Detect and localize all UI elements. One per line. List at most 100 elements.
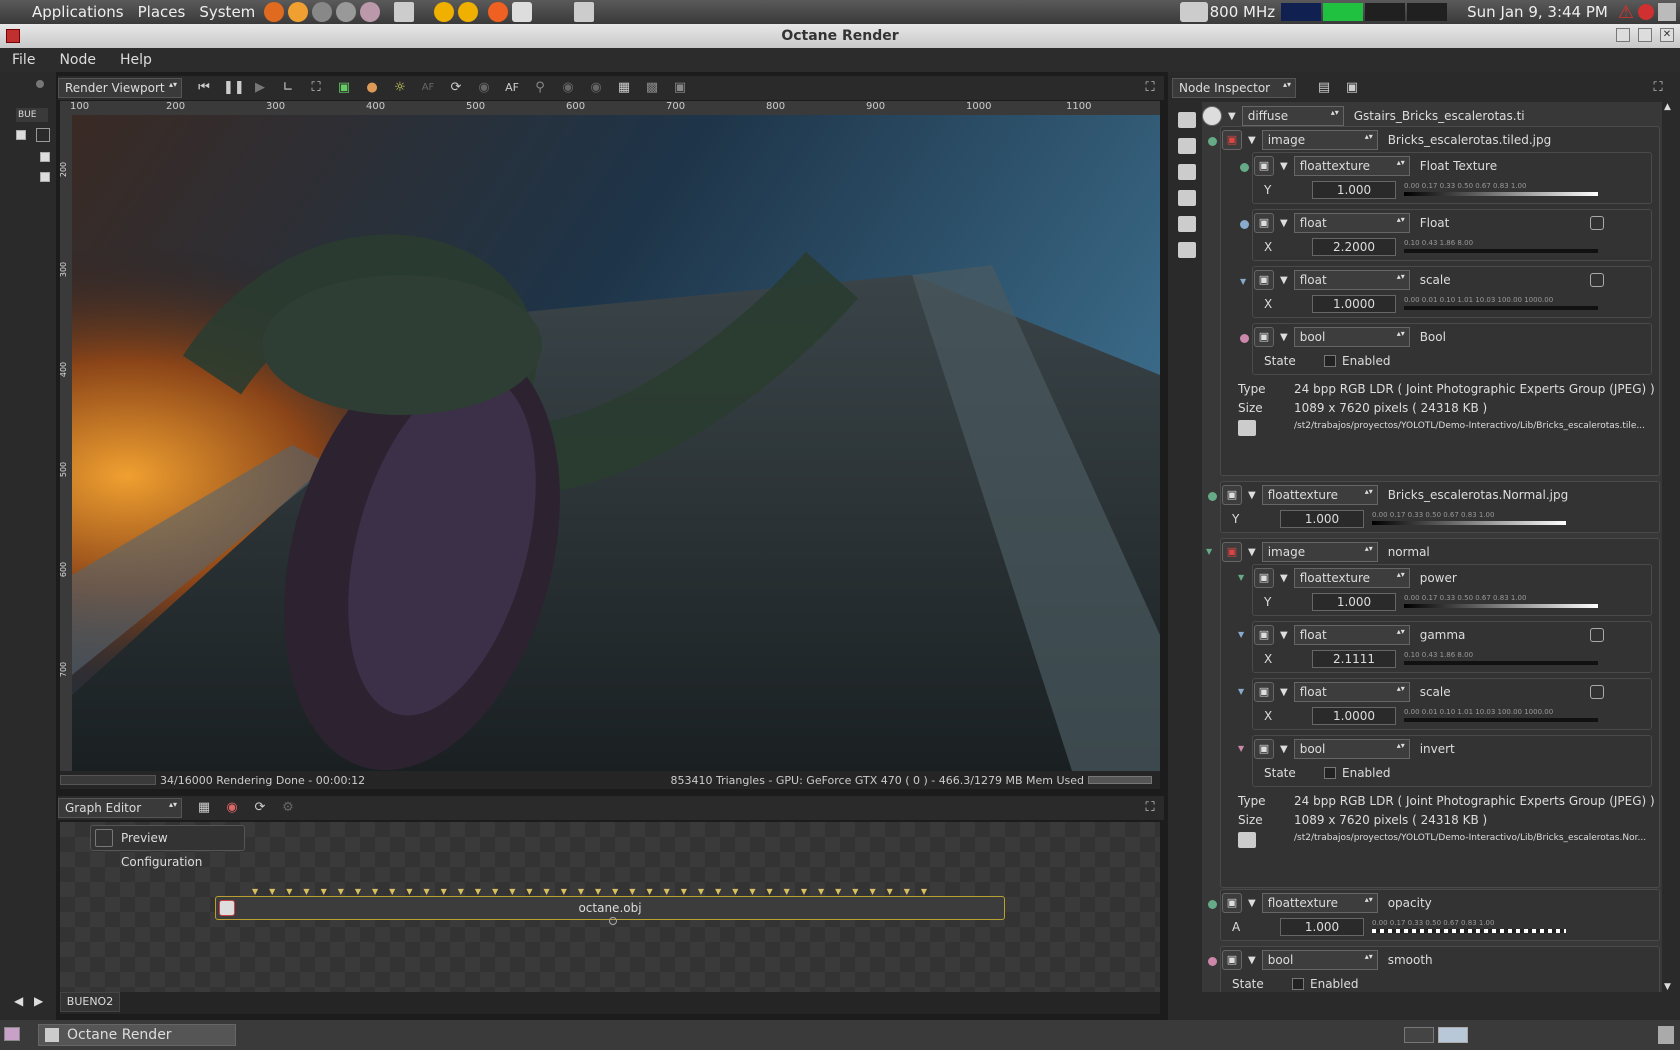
scale-value-input[interactable]: 1.0000 xyxy=(1312,295,1396,313)
close-button[interactable]: ✕ xyxy=(1660,28,1674,42)
gamma-value-input[interactable]: 2.1111 xyxy=(1312,650,1396,668)
radiation-icon[interactable] xyxy=(434,2,455,22)
gamma-node-row[interactable]: ▣ ▼ float Float xyxy=(1254,211,1604,235)
collapse-triangle-icon[interactable]: ▼ xyxy=(1248,898,1256,909)
refresh-icon[interactable]: ⟳ xyxy=(251,799,269,817)
bool-node-row[interactable]: ▣ ▼ bool invert xyxy=(1254,737,1455,761)
scale-node-row[interactable]: ▣ ▼ float scale xyxy=(1254,680,1604,704)
files-icon[interactable] xyxy=(394,2,415,22)
menu-file[interactable]: File xyxy=(0,52,47,68)
trash-icon[interactable] xyxy=(1658,1026,1674,1044)
fullscreen-icon[interactable]: ⛶ xyxy=(1141,799,1159,817)
scale-slider[interactable]: 0.00 0.01 0.10 1.01 10.03 100.00 1000.00 xyxy=(1404,296,1598,312)
app-icon[interactable] xyxy=(512,2,533,22)
focus-icon[interactable]: ⛶ xyxy=(307,79,325,97)
scene-tab-label[interactable]: BUE xyxy=(16,108,48,122)
window-menu-icon[interactable] xyxy=(6,29,20,43)
power-value-input[interactable]: 1.000 xyxy=(1312,181,1396,199)
sun-icon[interactable]: ☼ xyxy=(391,79,409,97)
power-node-type-select[interactable]: floattexture xyxy=(1293,156,1410,176)
curve-icon[interactable] xyxy=(1589,685,1604,699)
power-node-type-select[interactable]: floattexture xyxy=(1293,568,1410,588)
normal-texture-value-input[interactable]: 1.000 xyxy=(1280,510,1364,528)
alpha-icon[interactable]: ▣ xyxy=(671,79,689,97)
collapse-triangle-icon[interactable]: ▼ xyxy=(1280,275,1288,286)
workspace-1[interactable] xyxy=(1404,1027,1434,1043)
image-icon[interactable] xyxy=(1178,112,1196,128)
curve-icon[interactable] xyxy=(1589,273,1604,287)
mesh-node[interactable]: octane.obj ▼▼▼▼▼▼▼▼▼▼▼▼▼▼▼▼▼▼▼▼▼▼▼▼▼▼▼▼▼… xyxy=(215,888,1005,925)
curve-icon[interactable] xyxy=(1589,628,1604,642)
collapse-triangle-icon[interactable]: ▼ xyxy=(1280,630,1288,641)
firefox-icon[interactable] xyxy=(264,2,285,22)
screenshot-icon[interactable] xyxy=(574,2,595,22)
collapse-triangle-icon[interactable]: ▼ xyxy=(1280,573,1288,584)
menu-places[interactable]: Places xyxy=(131,3,193,21)
image-node-type-select[interactable]: image xyxy=(1261,130,1378,150)
record-icon[interactable] xyxy=(36,80,44,88)
image-node-row[interactable]: ▣ ▼ image Bricks_escalerotas.tiled.jpg xyxy=(1222,128,1551,152)
opacity-node-row[interactable]: ▣ ▼ floattexture opacity xyxy=(1222,891,1432,915)
opacity-slider[interactable]: 0.00 0.17 0.33 0.50 0.67 0.83 1.00 xyxy=(1372,919,1566,935)
scroll-down-icon[interactable]: ▼ xyxy=(1664,982,1671,992)
enabled-checkbox[interactable] xyxy=(1292,978,1304,990)
opacity-value-input[interactable]: 1.000 xyxy=(1280,918,1364,936)
film-icon[interactable] xyxy=(1178,164,1196,180)
load-image-icon[interactable] xyxy=(1238,420,1256,436)
scale-value-input[interactable]: 1.0000 xyxy=(1312,707,1396,725)
normal-texture-type-select[interactable]: floattexture xyxy=(1261,485,1378,505)
node-output-pin[interactable] xyxy=(609,917,617,925)
collapse-triangle-icon[interactable]: ▼ xyxy=(1280,161,1288,172)
gamma-value-input[interactable]: 2.2000 xyxy=(1312,238,1396,256)
material-picker-icon[interactable]: ● xyxy=(363,79,381,97)
bool-node-row[interactable]: ▣ ▼ bool Bool xyxy=(1254,325,1446,349)
pause-icon[interactable]: ❚❚ xyxy=(223,79,245,97)
collapse-icon[interactable] xyxy=(16,130,26,140)
app-icon[interactable] xyxy=(336,2,357,22)
collapse-triangle-icon[interactable]: ▼ xyxy=(1248,955,1256,966)
kernel-icon[interactable] xyxy=(1178,242,1196,258)
gamma-node-row[interactable]: ▣ ▼ float gamma xyxy=(1254,623,1604,647)
gamma-node-type-select[interactable]: float xyxy=(1293,625,1410,645)
camera-icon[interactable] xyxy=(1178,138,1196,154)
curve-icon[interactable] xyxy=(1589,216,1604,230)
menu-system[interactable]: System xyxy=(192,3,262,21)
minimize-button[interactable] xyxy=(1616,28,1630,42)
tab-next-icon[interactable]: ▶ xyxy=(34,994,43,1008)
collapse-all-icon[interactable]: ▤ xyxy=(1315,79,1333,97)
show-desktop-icon[interactable] xyxy=(4,1027,20,1041)
collapse-triangle-icon[interactable]: ▼ xyxy=(1280,332,1288,343)
normal-texture-node-row[interactable]: ▣ ▼ floattexture Bricks_escalerotas.Norm… xyxy=(1222,483,1568,507)
menu-applications[interactable]: Applications xyxy=(0,3,131,21)
expand-icon[interactable] xyxy=(40,152,50,162)
graph-editor-canvas[interactable]: Preview Configuration octane.obj ▼▼▼▼▼▼▼… xyxy=(60,822,1160,992)
play-icon[interactable]: ▶ xyxy=(251,79,269,97)
camera-icon[interactable]: ▣ xyxy=(335,79,353,97)
ruler-icon[interactable]: ∟ xyxy=(279,79,297,97)
collapse-triangle-icon[interactable]: ▼ xyxy=(1248,547,1256,558)
grid-icon[interactable]: ▦ xyxy=(615,79,633,97)
tab-prev-icon[interactable]: ◀ xyxy=(14,994,23,1008)
scale-node-type-select[interactable]: float xyxy=(1293,270,1410,290)
node-icon[interactable] xyxy=(36,128,50,142)
graph-editor-mode-select[interactable]: Graph Editor xyxy=(58,798,182,818)
window-titlebar[interactable]: Octane Render ✕ xyxy=(0,24,1680,48)
smooth-node-type-select[interactable]: bool xyxy=(1261,950,1378,970)
power-slider[interactable]: 0.00 0.17 0.33 0.50 0.67 0.83 1.00 xyxy=(1404,182,1598,198)
autofocus-button[interactable]: AF xyxy=(503,79,521,97)
imager-icon[interactable] xyxy=(1178,216,1196,232)
enabled-checkbox[interactable] xyxy=(1324,355,1336,367)
power-value-input[interactable]: 1.000 xyxy=(1312,593,1396,611)
normal-texture-slider[interactable]: 0.00 0.17 0.33 0.50 0.67 0.83 1.00 xyxy=(1372,511,1566,527)
collapse-triangle-icon[interactable]: ▼ xyxy=(1280,744,1288,755)
blender-icon[interactable] xyxy=(288,2,309,22)
tab-bueno2[interactable]: BUENO2 xyxy=(60,992,120,1012)
radiation-icon[interactable] xyxy=(458,2,479,22)
collapse-triangle-icon[interactable]: ▼ xyxy=(1228,111,1236,122)
smooth-node-row[interactable]: ▣ ▼ bool smooth xyxy=(1222,948,1433,972)
collapse-triangle-icon[interactable]: ▼ xyxy=(1248,490,1256,501)
viewport-mode-select[interactable]: Render Viewport xyxy=(58,78,182,98)
rotate-icon[interactable]: ⟳ xyxy=(447,79,465,97)
bool-node-type-select[interactable]: bool xyxy=(1293,739,1410,759)
power-node-row[interactable]: ▣ ▼ floattexture power xyxy=(1254,566,1457,590)
